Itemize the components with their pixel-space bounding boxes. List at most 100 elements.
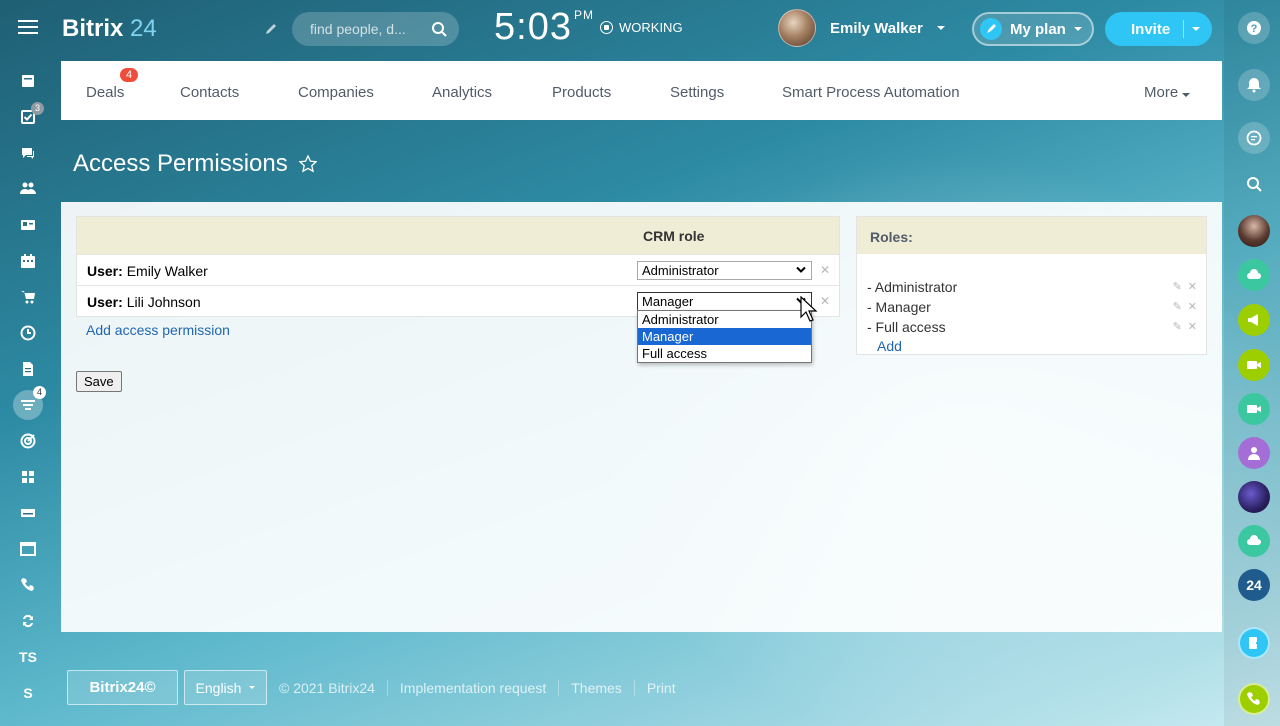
my-plan-button[interactable]: My plan [972, 12, 1094, 46]
more-label: More [1144, 84, 1179, 101]
sidebar-feed-icon[interactable] [10, 66, 46, 96]
sidebar-phone-icon[interactable] [10, 570, 46, 600]
role-label[interactable]: - Administrator [867, 279, 957, 295]
help-icon[interactable]: ? [1238, 12, 1270, 44]
delete-icon[interactable]: ✕ [820, 294, 830, 308]
right-sidebar: ? 24 [1224, 0, 1280, 726]
sidebar-shop-icon[interactable] [10, 282, 46, 312]
user-label: User: Emily Walker [87, 263, 208, 279]
tab-smart-process-automation[interactable]: Smart Process Automation [782, 84, 960, 101]
chevron-down-icon [796, 266, 806, 273]
user-icon[interactable] [1238, 437, 1270, 469]
footer: Bitrix24© English © 2021 Bitrix24 Implem… [67, 670, 676, 705]
sidebar-calendar-icon[interactable] [10, 246, 46, 276]
chevron-down-icon [249, 686, 256, 689]
contact-avatar[interactable] [1238, 215, 1270, 247]
sidebar-groups-icon[interactable] [10, 173, 46, 203]
edit-icon[interactable]: ✎ [1173, 300, 1182, 313]
delete-icon[interactable]: ✕ [1188, 280, 1197, 293]
b24-icon[interactable]: 24 [1238, 569, 1270, 601]
user-label: User: Lili Johnson [87, 294, 201, 310]
tab-settings[interactable]: Settings [670, 84, 724, 101]
role-item: - Full access ✎ ✕ [867, 319, 1197, 335]
chat-icon[interactable] [1238, 122, 1270, 154]
bitrix24-logo[interactable]: Bitrix 24 [62, 15, 157, 43]
clock[interactable]: 5:03 PM [494, 6, 594, 49]
invite-label: Invite [1131, 20, 1171, 38]
work-status[interactable]: WORKING [600, 20, 683, 35]
tab-deals[interactable]: Deals 4 [86, 68, 139, 101]
cloud-icon[interactable] [1238, 525, 1270, 557]
tasks-badge: 3 [30, 102, 44, 115]
edit-icon[interactable]: ✎ [1173, 320, 1182, 333]
chevron-down-icon [936, 26, 945, 30]
add-access-permission-link[interactable]: Add access permission [86, 322, 230, 338]
deals-badge: 4 [120, 68, 139, 82]
search-icon[interactable] [431, 21, 447, 37]
roles-header: Roles: [857, 217, 1206, 254]
megaphone-icon[interactable] [1238, 304, 1270, 336]
sidebar-apps-icon[interactable] [10, 462, 46, 492]
chevron-down-icon [1182, 93, 1191, 97]
phone-icon[interactable] [1238, 683, 1270, 715]
cloud-icon[interactable] [1238, 259, 1270, 291]
logo-num: 24 [130, 15, 157, 42]
record-icon [600, 21, 613, 34]
sidebar-target-icon[interactable] [10, 426, 46, 456]
role-item: - Administrator ✎ ✕ [867, 279, 1197, 295]
exit-icon[interactable] [1238, 627, 1270, 659]
implementation-request-link[interactable]: Implementation request [386, 679, 546, 696]
bell-icon[interactable] [1238, 69, 1270, 101]
dropdown-option[interactable]: Full access [638, 345, 811, 362]
pencil-icon[interactable] [264, 22, 278, 36]
search-box[interactable] [292, 12, 459, 46]
sidebar-sync-icon[interactable] [10, 606, 46, 636]
chevron-down-icon[interactable] [1192, 27, 1200, 31]
footer-logo-button[interactable]: Bitrix24© [67, 670, 178, 705]
star-icon[interactable] [298, 154, 318, 174]
role-select[interactable]: Manager [637, 292, 812, 311]
sidebar-chat-icon[interactable] [10, 138, 46, 168]
save-button[interactable]: Save [76, 371, 122, 392]
language-selector[interactable]: English [184, 670, 267, 705]
tab-companies[interactable]: Companies [298, 84, 374, 101]
sidebar-window-icon[interactable] [10, 534, 46, 564]
sidebar-document-icon[interactable] [10, 354, 46, 384]
invite-button[interactable]: Invite [1105, 12, 1212, 46]
delete-icon[interactable]: ✕ [1188, 300, 1197, 313]
tab-products[interactable]: Products [552, 84, 611, 101]
role-item: - Manager ✎ ✕ [867, 299, 1197, 315]
page-title-text: Access Permissions [73, 150, 288, 177]
sidebar-inbox-icon[interactable] [10, 498, 46, 528]
user-menu[interactable]: Emily Walker [778, 9, 945, 47]
sidebar-clock-icon[interactable] [10, 318, 46, 348]
sidebar-tasks-icon[interactable]: 3 [10, 102, 46, 132]
role-label[interactable]: - Manager [867, 299, 931, 315]
dropdown-option[interactable]: Administrator [638, 311, 811, 328]
tab-more[interactable]: More [1144, 84, 1191, 101]
dropdown-option-selected[interactable]: Manager [638, 328, 811, 345]
sidebar-s-item[interactable]: S [10, 678, 46, 708]
add-role-link[interactable]: Add [877, 338, 902, 354]
my-plan-label: My plan [1010, 20, 1066, 38]
search-input[interactable] [310, 21, 420, 37]
group-avatar[interactable] [1238, 481, 1270, 513]
role-label[interactable]: - Full access [867, 319, 946, 335]
print-link[interactable]: Print [633, 679, 676, 696]
video-icon[interactable] [1238, 349, 1270, 381]
role-select[interactable]: Administrator [637, 261, 812, 280]
chevron-down-icon [1073, 27, 1082, 31]
search-icon[interactable] [1238, 168, 1270, 200]
sidebar-funnel-icon[interactable]: 4 [10, 386, 46, 420]
sidebar-ts-item[interactable]: TS [10, 642, 46, 672]
delete-icon[interactable]: ✕ [820, 263, 830, 277]
delete-icon[interactable]: ✕ [1188, 320, 1197, 333]
video-call-icon[interactable] [1238, 393, 1270, 425]
edit-icon[interactable]: ✎ [1173, 280, 1182, 293]
mouse-cursor-icon [800, 296, 818, 322]
sidebar-crm-icon[interactable] [10, 210, 46, 240]
tab-contacts[interactable]: Contacts [180, 84, 239, 101]
tab-analytics[interactable]: Analytics [432, 84, 492, 101]
themes-link[interactable]: Themes [558, 679, 622, 696]
language-label: English [195, 679, 242, 696]
